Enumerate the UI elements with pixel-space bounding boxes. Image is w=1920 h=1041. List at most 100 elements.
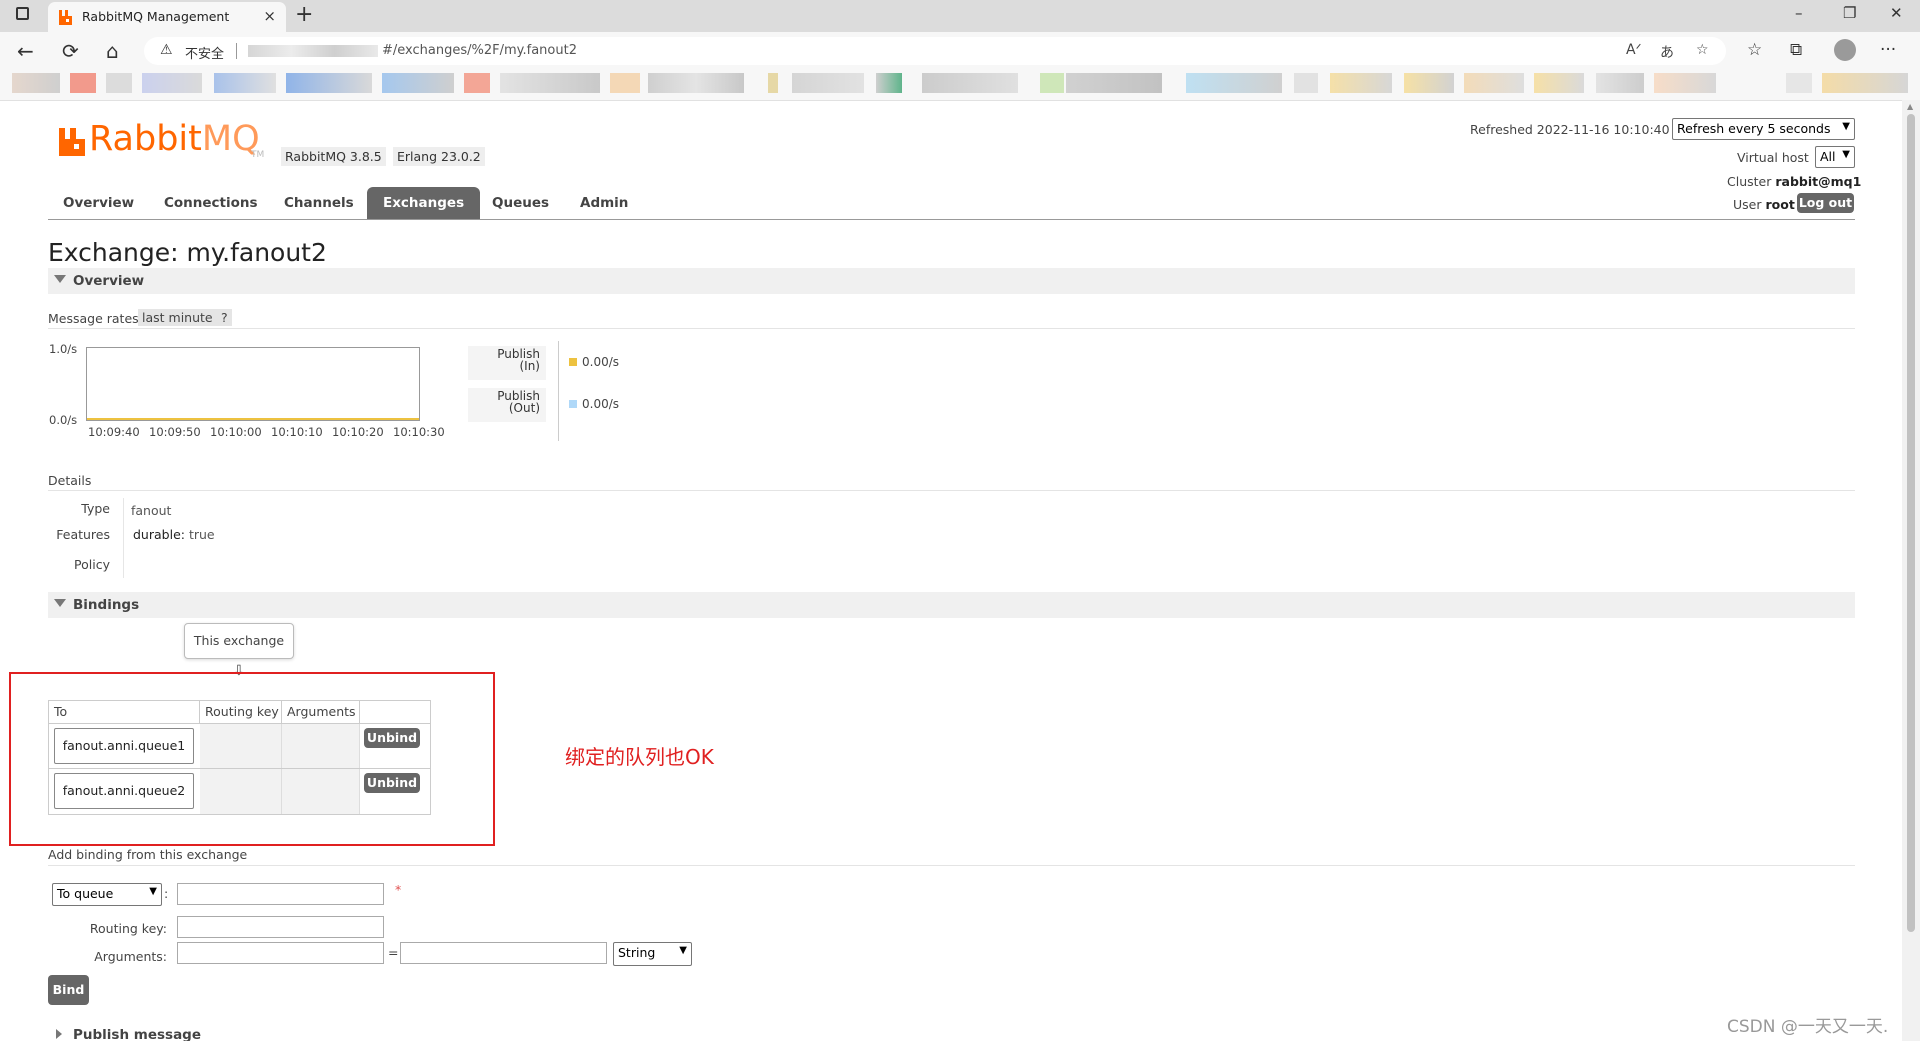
collapse-triangle-icon [54, 599, 66, 607]
page-scrollbar[interactable]: ▲ [1902, 100, 1920, 1041]
chart-plot-area [87, 418, 419, 420]
type-label: Type [81, 501, 110, 516]
required-mark: * [395, 882, 402, 897]
routing-key-label: Routing key: [89, 921, 167, 936]
equals-sign: = [388, 945, 399, 960]
bindings-section-toggle[interactable]: Bindings [48, 592, 1855, 618]
refreshed-timestamp: Refreshed 2022-11-16 10:10:40 [1470, 122, 1670, 137]
overview-section-label: Overview [73, 273, 145, 289]
address-separator [236, 43, 237, 59]
page-title: Exchange: my.fanout2 [48, 238, 327, 267]
legend-divider [558, 341, 559, 441]
translate-icon[interactable]: あ [1660, 42, 1674, 62]
minimize-window-icon[interactable]: – [1795, 4, 1803, 22]
legend-publish-in: Publish (In) [468, 346, 546, 380]
details-label: Details [48, 473, 92, 488]
routing-key-input[interactable] [177, 916, 384, 938]
policy-label: Policy [74, 557, 110, 572]
rate-range-pill[interactable]: last minute [138, 309, 217, 326]
tab-actions-icon[interactable] [16, 7, 29, 20]
profile-avatar[interactable] [1834, 39, 1856, 61]
reload-icon[interactable]: ⟳ [62, 39, 79, 63]
x-tick-label: 10:10:10 [271, 425, 323, 439]
browser-tab-strip: RabbitMQ Management × + – ❐ ✕ [0, 0, 1920, 32]
tab-admin[interactable]: Admin [580, 195, 628, 211]
expand-triangle-icon [56, 1029, 62, 1039]
scroll-up-icon[interactable]: ▲ [1907, 102, 1913, 111]
refresh-interval-select[interactable]: Refresh every 5 seconds ▼ [1672, 118, 1855, 140]
page-title-prefix: Exchange: [48, 238, 179, 267]
address-bar[interactable]: ⚠ 不安全 #/exchanges/%2F/my.fanout2 Aᐟ あ ☆ [144, 37, 1726, 65]
close-window-icon[interactable]: ✕ [1890, 4, 1903, 22]
annotation-highlight-box [9, 672, 495, 846]
refresh-interval-value: Refresh every 5 seconds [1677, 121, 1831, 136]
read-aloud-icon[interactable]: Aᐟ [1626, 42, 1642, 58]
favorites-icon[interactable]: ☆ [1747, 40, 1762, 60]
publish-out-rate: 0.00/s [569, 397, 619, 411]
arguments-label: Arguments: [94, 949, 167, 964]
x-tick-label: 10:09:40 [88, 425, 140, 439]
publish-out-swatch [569, 400, 577, 408]
legend-publish-out: Publish (Out) [468, 388, 546, 422]
tab-overview[interactable]: Overview [63, 195, 134, 211]
virtual-host-select[interactable]: All ▼ [1815, 146, 1855, 168]
bind-button[interactable]: Bind [48, 975, 89, 1005]
collections-icon[interactable]: ⧉ [1790, 40, 1802, 60]
security-label: 不安全 [185, 47, 225, 62]
publish-in-swatch [569, 358, 577, 366]
rabbitmq-favicon-icon [59, 10, 72, 25]
divider [48, 490, 1855, 491]
logo-wordmark: RabbitMQ [89, 119, 260, 159]
tab-queues[interactable]: Queues [492, 195, 549, 211]
restore-window-icon[interactable]: ❐ [1843, 4, 1856, 22]
argument-key-input[interactable] [177, 942, 384, 964]
details-divider [123, 498, 124, 578]
rabbitmq-version-badge: RabbitMQ 3.8.5 [281, 147, 386, 166]
overview-section-toggle[interactable]: Overview [48, 268, 1855, 294]
tab-connections[interactable]: Connections [164, 195, 258, 211]
x-tick-label: 10:10:00 [210, 425, 262, 439]
rabbitmq-logo-icon [59, 128, 85, 156]
publish-message-section-toggle[interactable]: Publish message [48, 1024, 348, 1041]
home-icon[interactable]: ⌂ [106, 39, 119, 63]
bookmarks-bar [0, 70, 1920, 101]
tab-exchanges[interactable]: Exchanges [367, 187, 481, 219]
destination-name-input[interactable] [177, 883, 384, 905]
y-tick-label-top: 1.0/s [49, 342, 78, 356]
help-pill[interactable]: ? [217, 309, 232, 326]
argument-type-value: String [618, 945, 656, 960]
divider [48, 328, 1855, 329]
chevron-down-icon: ▼ [1842, 121, 1850, 132]
message-rates-chart [86, 347, 420, 421]
logo-trademark: TM [251, 150, 265, 160]
browser-toolbar: ← ⟳ ⌂ ⚠ 不安全 #/exchanges/%2F/my.fanout2 A… [0, 32, 1920, 70]
blurred-host [248, 45, 378, 57]
add-binding-label: Add binding from this exchange [48, 847, 248, 862]
divider [48, 865, 1855, 866]
x-tick-label: 10:10:30 [393, 425, 445, 439]
favorite-icon[interactable]: ☆ [1696, 42, 1709, 58]
publish-message-label: Publish message [73, 1027, 201, 1041]
tab-channels[interactable]: Channels [284, 195, 354, 211]
virtual-host-value: All [1820, 149, 1836, 164]
new-tab-icon[interactable]: + [295, 2, 313, 27]
y-tick-label-bottom: 0.0/s [49, 413, 78, 427]
main-nav: Overview Connections Channels Exchanges … [48, 187, 1855, 220]
browser-tab[interactable]: RabbitMQ Management × [48, 2, 286, 32]
close-tab-icon[interactable]: × [263, 7, 276, 25]
scrollbar-thumb[interactable] [1907, 114, 1915, 932]
features-label: Features [56, 527, 110, 542]
destination-colon: : [164, 886, 169, 901]
argument-value-input[interactable] [400, 942, 607, 964]
argument-type-select[interactable]: String ▼ [613, 942, 692, 966]
chevron-down-icon: ▼ [1842, 149, 1850, 160]
features-value: durable: true [133, 527, 215, 542]
watermark-text: CSDN @一天又一天. [1727, 1017, 1889, 1037]
back-icon[interactable]: ← [17, 39, 34, 63]
destination-type-select[interactable]: To queue ▼ [52, 883, 162, 906]
exchange-name: my.fanout2 [186, 238, 327, 267]
chevron-down-icon: ▼ [149, 886, 157, 897]
more-icon[interactable]: ··· [1880, 40, 1896, 60]
publish-in-rate: 0.00/s [569, 355, 619, 369]
bindings-section-label: Bindings [73, 597, 140, 613]
